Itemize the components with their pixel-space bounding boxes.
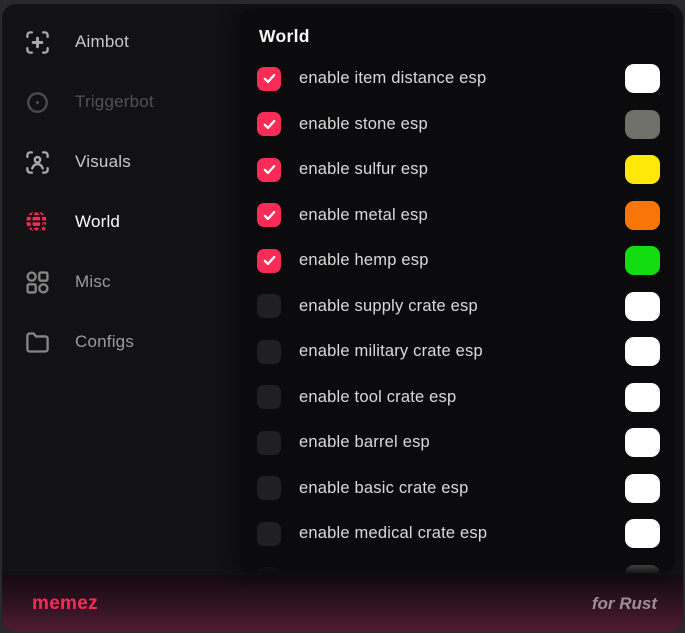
color-swatch[interactable] (625, 383, 660, 412)
option-row: enable metal esp (257, 193, 660, 239)
checkbox[interactable] (257, 203, 281, 227)
world-panel: World enable item distance esp enable st… (240, 9, 675, 573)
sidebar-item-configs[interactable]: Configs (2, 312, 240, 372)
folder-icon (23, 328, 51, 356)
sidebar-item-label: Visuals (75, 152, 131, 172)
option-row: enable military crate esp (257, 329, 660, 375)
sidebar-item-label: Triggerbot (75, 92, 154, 112)
option-label: enable hemp esp (299, 251, 429, 270)
person-scan-icon (23, 148, 51, 176)
color-swatch[interactable] (625, 428, 660, 457)
check-icon (262, 208, 277, 223)
brand-logo: memez (32, 593, 98, 615)
color-swatch[interactable] (625, 519, 660, 548)
check-icon (262, 71, 277, 86)
shapes-grid-icon (23, 268, 51, 296)
option-row: enable medical crate esp (257, 511, 660, 557)
trigger-dot-icon (23, 88, 51, 116)
color-swatch[interactable] (625, 64, 660, 93)
option-row: enable barrel esp (257, 420, 660, 466)
color-swatch[interactable] (625, 474, 660, 503)
option-label: enable tool crate esp (299, 388, 456, 407)
sidebar-item-label: Configs (75, 332, 134, 352)
option-label: enable item distance esp (299, 69, 486, 88)
checkbox[interactable] (257, 522, 281, 546)
sidebar-item-label: Aimbot (75, 32, 129, 52)
sidebar-item-aimbot[interactable]: Aimbot (2, 12, 240, 72)
sidebar-item-misc[interactable]: Misc (2, 252, 240, 312)
color-swatch[interactable] (625, 201, 660, 230)
option-label: enable medical crate esp (299, 524, 487, 543)
option-label: enable supply crate esp (299, 297, 478, 316)
color-swatch[interactable] (625, 337, 660, 366)
color-swatch[interactable] (625, 246, 660, 275)
sidebar-item-triggerbot[interactable]: Triggerbot (2, 72, 240, 132)
color-swatch[interactable] (625, 565, 660, 573)
color-swatch[interactable] (625, 292, 660, 321)
sidebar-item-label: Misc (75, 272, 111, 292)
check-icon (262, 117, 277, 132)
sidebar-item-visuals[interactable]: Visuals (2, 132, 240, 192)
globe-icon (23, 208, 51, 236)
option-row (257, 557, 660, 574)
cheat-menu-window: Aimbot Triggerbot Visuals World Misc Con… (2, 4, 683, 632)
checkbox[interactable] (257, 249, 281, 273)
option-label: enable metal esp (299, 206, 428, 225)
option-row: enable basic crate esp (257, 466, 660, 512)
main-area: Aimbot Triggerbot Visuals World Misc Con… (2, 4, 683, 575)
color-swatch[interactable] (625, 110, 660, 139)
option-label: enable stone esp (299, 115, 428, 134)
checkbox[interactable] (257, 567, 281, 573)
check-icon (262, 162, 277, 177)
option-label: enable barrel esp (299, 433, 430, 452)
options-list: enable item distance esp enable stone es… (257, 56, 660, 573)
option-row: enable hemp esp (257, 238, 660, 284)
footer-tagline: for Rust (592, 594, 657, 614)
checkbox[interactable] (257, 340, 281, 364)
footer: memez for Rust (2, 575, 683, 632)
checkbox[interactable] (257, 67, 281, 91)
option-row: enable sulfur esp (257, 147, 660, 193)
checkbox[interactable] (257, 112, 281, 136)
sidebar: Aimbot Triggerbot Visuals World Misc Con… (2, 4, 240, 575)
checkbox[interactable] (257, 294, 281, 318)
option-label: enable basic crate esp (299, 479, 469, 498)
checkbox[interactable] (257, 158, 281, 182)
check-icon (262, 253, 277, 268)
checkbox[interactable] (257, 385, 281, 409)
sidebar-item-world[interactable]: World (2, 192, 240, 252)
option-label: enable military crate esp (299, 342, 483, 361)
option-row: enable tool crate esp (257, 375, 660, 421)
color-swatch[interactable] (625, 155, 660, 184)
option-row: enable stone esp (257, 102, 660, 148)
crosshair-icon (23, 28, 51, 56)
panel-title: World (259, 26, 660, 47)
sidebar-item-label: World (75, 212, 120, 232)
option-label: enable sulfur esp (299, 160, 428, 179)
option-row: enable item distance esp (257, 56, 660, 102)
checkbox[interactable] (257, 431, 281, 455)
option-row: enable supply crate esp (257, 284, 660, 330)
checkbox[interactable] (257, 476, 281, 500)
